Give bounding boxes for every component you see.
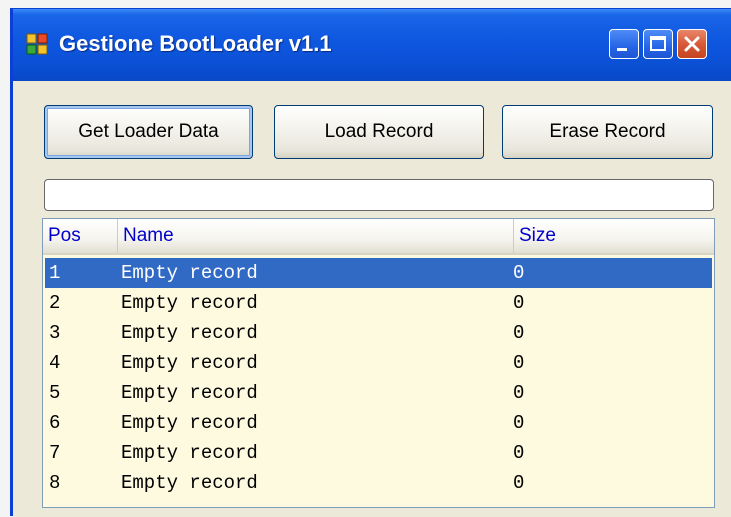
cell-size: 0 xyxy=(513,472,525,494)
cell-size: 0 xyxy=(513,262,525,284)
list-item[interactable]: 7 Empty record 0 xyxy=(43,438,714,468)
maximize-button[interactable] xyxy=(643,29,673,59)
title-bar[interactable]: Gestione BootLoader v1.1 xyxy=(13,9,731,81)
list-item[interactable]: 8 Empty record 0 xyxy=(43,468,714,498)
cell-pos: 4 xyxy=(49,352,61,374)
window-content: Get Loader Data Load Record Erase Record… xyxy=(13,81,731,517)
cell-name: Empty record xyxy=(121,412,258,434)
cell-size: 0 xyxy=(513,442,525,464)
list-item[interactable]: 6 Empty record 0 xyxy=(43,408,714,438)
cell-name: Empty record xyxy=(121,472,258,494)
cell-name: Empty record xyxy=(121,292,258,314)
load-record-button[interactable]: Load Record xyxy=(274,105,484,159)
records-list[interactable]: Pos Name Size 1 Empty record 0 2 Empty recor… xyxy=(42,218,715,508)
cell-pos: 1 xyxy=(49,262,61,284)
cell-name: Empty record xyxy=(121,382,258,404)
close-icon xyxy=(684,36,700,52)
get-loader-data-button[interactable]: Get Loader Data xyxy=(44,105,253,159)
cell-size: 0 xyxy=(513,412,525,434)
progress-bar xyxy=(44,179,714,211)
cell-name: Empty record xyxy=(121,442,258,464)
cell-pos: 5 xyxy=(49,382,61,404)
column-header-pos[interactable]: Pos xyxy=(43,219,118,253)
cell-pos: 6 xyxy=(49,412,61,434)
cell-pos: 7 xyxy=(49,442,61,464)
list-rows: 1 Empty record 0 2 Empty record 0 3 Empty recor… xyxy=(43,258,714,498)
list-item[interactable]: 1 Empty record 0 xyxy=(45,258,712,288)
cell-size: 0 xyxy=(513,322,525,344)
app-window: Gestione BootLoader v1.1 Get Loader Data… xyxy=(10,8,731,517)
minimize-button[interactable] xyxy=(609,29,639,59)
maximize-icon xyxy=(650,36,666,51)
cell-name: Empty record xyxy=(121,262,258,284)
list-item[interactable]: 4 Empty record 0 xyxy=(43,348,714,378)
close-button[interactable] xyxy=(677,29,707,59)
list-item[interactable]: 2 Empty record 0 xyxy=(43,288,714,318)
erase-record-button[interactable]: Erase Record xyxy=(502,105,713,159)
cell-name: Empty record xyxy=(121,322,258,344)
cell-size: 0 xyxy=(513,292,525,314)
application-icon[interactable] xyxy=(26,33,48,55)
list-item[interactable]: 5 Empty record 0 xyxy=(43,378,714,408)
window-title: Gestione BootLoader v1.1 xyxy=(59,31,332,56)
cell-pos: 8 xyxy=(49,472,61,494)
cell-size: 0 xyxy=(513,382,525,404)
column-header-name[interactable]: Name xyxy=(118,219,514,253)
list-item[interactable]: 3 Empty record 0 xyxy=(43,318,714,348)
cell-size: 0 xyxy=(513,352,525,374)
column-header-size[interactable]: Size xyxy=(514,219,714,253)
cell-name: Empty record xyxy=(121,352,258,374)
minimize-icon xyxy=(617,48,627,51)
cell-pos: 2 xyxy=(49,292,61,314)
list-header: Pos Name Size xyxy=(43,219,714,255)
cell-pos: 3 xyxy=(49,322,61,344)
